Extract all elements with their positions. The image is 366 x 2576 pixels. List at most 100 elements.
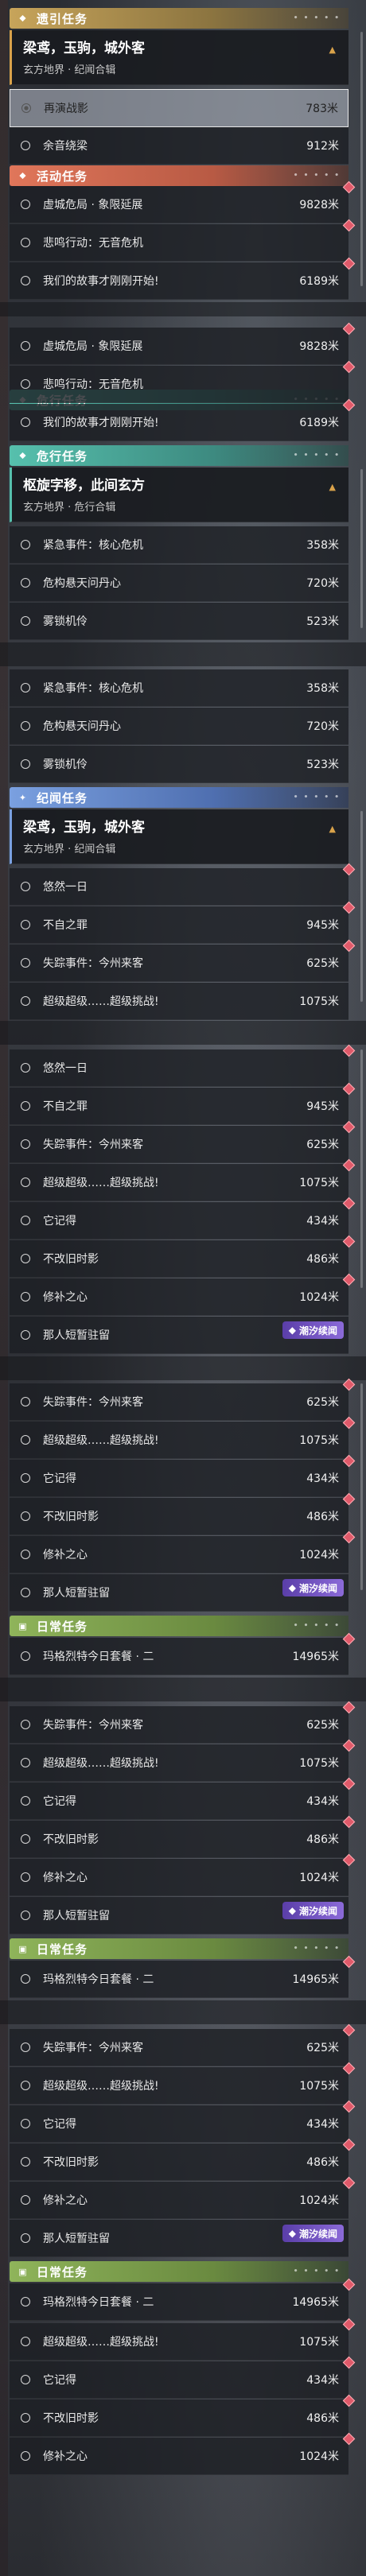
track-radio-icon[interactable] (21, 1397, 30, 1406)
quest-row[interactable]: 那人短暂驻留 ◆ 潮汐续闻 (10, 1574, 348, 1612)
quest-row[interactable]: 悠然一日 (10, 1044, 356, 1087)
quest-row[interactable]: 失踪事件：今州来客 625米 (10, 1120, 356, 1163)
quest-row[interactable]: 它记得 434米 (10, 2100, 356, 2143)
quest-row[interactable]: 不改旧时影 486米 (10, 1235, 356, 1278)
quest-row[interactable]: 失踪事件：今州来客 625米 (10, 1701, 356, 1744)
track-radio-icon[interactable] (21, 1139, 30, 1149)
track-radio-icon[interactable] (21, 2297, 30, 2306)
quest-row[interactable]: 超级超级……超级挑战! 1075米 (10, 2318, 356, 2361)
track-radio-icon[interactable] (21, 721, 30, 731)
quest-row[interactable]: 失踪事件：今州来客 625米 (10, 1378, 356, 1421)
track-radio-icon[interactable] (21, 1177, 30, 1187)
quest-row[interactable]: 紧急事件：核心危机 358米 (10, 526, 348, 564)
scrollbar[interactable] (360, 811, 363, 1002)
quest-row[interactable]: 雾锁机伶 523米 (10, 603, 348, 640)
track-radio-icon[interactable] (21, 540, 30, 549)
quest-row[interactable]: 失踪事件：今州来客 625米 (10, 2023, 356, 2066)
track-radio-icon[interactable] (21, 920, 30, 929)
quest-row[interactable]: 玛格烈特今日套餐 · 二 14965米 (10, 1955, 356, 1998)
category-header-danger[interactable]: ⬥ 危行任务 • • • • • (10, 445, 348, 466)
quest-row[interactable]: 它记得 434米 (10, 1454, 356, 1497)
scrollbar[interactable] (360, 1383, 363, 1590)
quest-row[interactable]: 悲鸣行动：无音危机 (10, 219, 356, 262)
quest-row[interactable]: 它记得 434米 (10, 1777, 356, 1820)
track-radio-icon[interactable] (21, 2119, 30, 2128)
quest-row[interactable]: 超级超级……超级挑战! 1075米 (10, 2062, 356, 2105)
track-radio-icon[interactable] (21, 759, 30, 769)
track-radio-icon[interactable] (21, 2451, 30, 2461)
track-radio-icon[interactable] (21, 578, 30, 588)
track-radio-icon[interactable] (21, 1063, 30, 1073)
category-header-event[interactable]: ⬥ 活动任务 • • • • • (10, 165, 348, 186)
track-radio-icon[interactable] (21, 2337, 30, 2346)
track-radio-icon[interactable] (21, 1796, 30, 1806)
track-radio-icon[interactable] (21, 1550, 30, 1559)
track-radio-icon[interactable] (21, 996, 30, 1006)
quest-row[interactable]: 修补之心 1024米 (10, 1530, 356, 1573)
quest-row[interactable]: 它记得 434米 (10, 1197, 356, 1240)
event-badge[interactable]: ◆ 潮汐续闻 (282, 1321, 344, 1339)
scrollbar[interactable] (360, 1049, 363, 1288)
scrollbar[interactable] (360, 32, 363, 286)
quest-row[interactable]: 不自之罪 945米 (10, 901, 356, 944)
track-radio-icon[interactable] (21, 2195, 30, 2205)
quest-group-header[interactable]: 枢旋字移，此间玄方 玄方地界 · 危行合辑 ▲ (10, 467, 348, 522)
track-radio-icon[interactable] (21, 1872, 30, 1882)
track-radio-icon[interactable] (21, 1254, 30, 1263)
category-header-daily[interactable]: ▣ 日常任务 • • • • • (10, 1616, 348, 1636)
track-radio-icon[interactable] (21, 200, 30, 209)
track-radio-icon[interactable] (21, 882, 30, 891)
quest-row[interactable]: 不改旧时影 486米 (10, 2138, 356, 2181)
quest-row[interactable]: 那人短暂驻留 ◆ 潮汐续闻 (10, 1317, 348, 1354)
track-radio-icon[interactable] (21, 2413, 30, 2423)
quest-row[interactable]: 悲鸣行动：无音危机 (10, 360, 356, 403)
track-radio-icon[interactable] (21, 276, 30, 285)
quest-row[interactable]: 虚城危局 · 象限延展 9828米 (10, 322, 356, 365)
quest-row[interactable]: 我们的故事才刚刚开始! 6189米 (10, 398, 356, 441)
track-radio-icon[interactable] (21, 1511, 30, 1521)
quest-row[interactable]: 雾锁机伶 523米 (10, 746, 348, 783)
track-radio-icon[interactable] (21, 1974, 30, 1984)
track-radio-icon[interactable] (21, 2081, 30, 2090)
quest-row[interactable]: 不改旧时影 486米 (10, 1492, 356, 1535)
scrollbar[interactable] (360, 469, 363, 628)
quest-row[interactable]: 修补之心 1024米 (10, 2176, 356, 2219)
track-radio-icon[interactable] (21, 2043, 30, 2052)
track-radio-icon[interactable] (21, 2375, 30, 2384)
event-badge[interactable]: ◆ 潮汐续闻 (282, 1579, 344, 1596)
track-radio-icon[interactable] (21, 238, 30, 247)
quest-row[interactable]: 超级超级……超级挑战! 1075米 (10, 1158, 356, 1201)
category-header-daily[interactable]: ▣ 日常任务 • • • • • (10, 1938, 348, 1959)
track-radio-icon[interactable] (21, 1720, 30, 1729)
track-radio-icon[interactable] (21, 1473, 30, 1483)
track-radio-icon[interactable] (21, 417, 30, 427)
track-radio-icon[interactable] (21, 341, 30, 351)
track-radio-icon[interactable] (21, 958, 30, 968)
track-radio-icon[interactable] (21, 616, 30, 626)
quest-row[interactable]: 不自之罪 945米 (10, 1082, 356, 1125)
track-radio-icon[interactable] (21, 1330, 30, 1340)
track-radio-icon[interactable] (21, 2157, 30, 2167)
quest-row[interactable]: 修补之心 1024米 (10, 1273, 356, 1316)
quest-row[interactable]: 玛格烈特今日套餐 · 二 14965米 (10, 1632, 356, 1675)
quest-row[interactable]: 再演战影 783米 (10, 89, 348, 127)
quest-group-header[interactable]: 梁鸢，玉驹，城外客 玄方地界 · 纪闻合辑 ▲ (10, 809, 348, 864)
quest-row[interactable]: 超级超级……超级挑战! 1075米 (10, 983, 348, 1020)
track-radio-icon[interactable] (21, 1651, 30, 1661)
quest-row[interactable]: 悠然一日 (10, 863, 356, 906)
quest-row[interactable]: 我们的故事才刚刚开始! 6189米 (10, 257, 356, 300)
track-radio-icon[interactable] (21, 1588, 30, 1597)
quest-row[interactable]: 超级超级……超级挑战! 1075米 (10, 1739, 356, 1782)
track-radio-icon[interactable] (21, 1292, 30, 1302)
track-radio-icon[interactable] (21, 103, 31, 113)
quest-row[interactable]: 玛格烈特今日套餐 · 二 14965米 (10, 2278, 356, 2321)
track-radio-icon[interactable] (21, 1834, 30, 1844)
track-radio-icon[interactable] (21, 1758, 30, 1767)
track-radio-icon[interactable] (21, 2233, 30, 2243)
track-radio-icon[interactable] (21, 1911, 30, 1920)
quest-row[interactable]: 不改旧时影 486米 (10, 1815, 356, 1858)
track-radio-icon[interactable] (21, 141, 30, 150)
quest-row[interactable]: 危构悬天问丹心 720米 (10, 708, 348, 745)
event-badge[interactable]: ◆ 潮汐续闻 (282, 2225, 344, 2242)
quest-row[interactable]: 超级超级……超级挑战! 1075米 (10, 1416, 356, 1459)
